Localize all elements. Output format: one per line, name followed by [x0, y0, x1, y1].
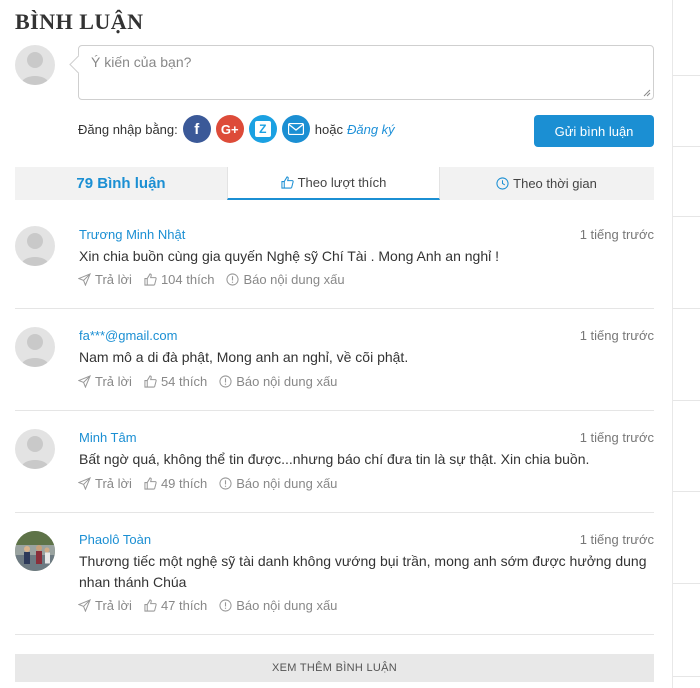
sidebar-divider [673, 75, 700, 76]
report-label: Báo nội dung xấu [236, 598, 338, 613]
send-icon [78, 273, 91, 286]
sidebar-divider [673, 676, 700, 677]
tab-by-time[interactable]: Theo thời gian [440, 167, 653, 200]
reply-button[interactable]: Trả lời [78, 272, 132, 287]
like-count: 47 thích [160, 598, 208, 613]
tab-by-likes-label: Theo lượt thích [297, 175, 387, 190]
register-link[interactable]: Đăng ký [347, 122, 395, 137]
comment-time: 1 tiếng trước [579, 328, 654, 343]
report-button[interactable]: Báo nội dung xấu [219, 374, 337, 389]
comment-time: 1 tiếng trước [579, 227, 654, 242]
tab-by-likes[interactable]: Theo lượt thích [227, 167, 440, 200]
comment-input[interactable] [79, 46, 653, 99]
email-icon [287, 123, 304, 135]
comment-time: 1 tiếng trước [579, 532, 654, 547]
info-icon [219, 599, 232, 612]
comment-actions: Trả lời 49 thích Báo nội dung xấu [78, 476, 349, 491]
sidebar-divider [673, 216, 700, 217]
reply-button[interactable]: Trả lời [78, 598, 132, 613]
info-icon [219, 375, 232, 388]
like-count: 104 thích [160, 272, 215, 287]
facebook-icon: f [194, 120, 200, 138]
like-button[interactable]: 54 thích [144, 374, 207, 389]
comment-text: Xin chia buồn cùng gia quyến Nghệ sỹ Chí… [79, 248, 500, 264]
reply-label: Trả lời [95, 598, 132, 613]
reply-label: Trả lời [95, 374, 132, 389]
avatar [15, 226, 55, 266]
thumbs-up-icon [281, 176, 294, 189]
load-more-comments-button[interactable]: XEM THÊM BÌNH LUẬN [15, 654, 654, 682]
avatar [15, 531, 55, 571]
comment-item: Trương Minh Nhật 1 tiếng trước Xin chia … [15, 208, 654, 309]
like-button[interactable]: 104 thích [144, 272, 215, 287]
social-login-row: Đăng nhập bằng: f G+ Z hoặc Đăng ký [78, 115, 395, 143]
sidebar-divider [673, 308, 700, 309]
comment-time: 1 tiếng trước [579, 430, 654, 445]
info-icon [226, 273, 240, 286]
comment-text: Bất ngờ quá, không thể tin được...nhưng … [79, 451, 590, 467]
comment-actions: Trả lời 54 thích Báo nội dung xấu [78, 374, 349, 389]
google-plus-icon: G+ [220, 121, 239, 137]
zalo-icon: Z [254, 121, 271, 137]
comment-item: Minh Tâm 1 tiếng trước Bất ngờ quá, khôn… [15, 411, 654, 513]
comment-author[interactable]: Phaolô Toàn [79, 532, 151, 547]
comment-author[interactable]: fa***@gmail.com [79, 328, 177, 343]
send-comment-button[interactable]: Gửi bình luận [534, 115, 654, 147]
reply-button[interactable]: Trả lời [78, 374, 132, 389]
comment-author[interactable]: Minh Tâm [79, 430, 137, 445]
google-plus-login-button[interactable]: G+ [215, 115, 244, 143]
facebook-login-button[interactable]: f [182, 115, 211, 143]
clock-icon [496, 177, 509, 190]
sidebar-divider [673, 146, 700, 147]
report-button[interactable]: Báo nội dung xấu [219, 598, 337, 613]
or-label: hoặc [314, 121, 343, 137]
report-button[interactable]: Báo nội dung xấu [219, 476, 337, 491]
avatar [15, 327, 55, 367]
thumbs-up-icon [144, 477, 157, 490]
avatar [15, 429, 55, 469]
send-icon [78, 599, 91, 612]
comment-actions: Trả lời 47 thích Báo nội dung xấu [78, 598, 349, 613]
report-label: Báo nội dung xấu [236, 374, 338, 389]
info-icon [219, 477, 232, 490]
sidebar-edge [672, 0, 700, 688]
reply-label: Trả lời [95, 476, 132, 491]
comment-text: Nam mô a di đà phật, Mong anh an nghỉ, v… [79, 349, 409, 365]
report-label: Báo nội dung xấu [243, 272, 345, 287]
reply-button[interactable]: Trả lời [78, 476, 132, 491]
sidebar-divider [673, 491, 700, 492]
like-button[interactable]: 47 thích [144, 598, 207, 613]
thumbs-up-icon [144, 273, 157, 286]
comment-author[interactable]: Trương Minh Nhật [79, 227, 185, 242]
tab-by-time-label: Theo thời gian [513, 176, 597, 191]
current-user-avatar [15, 45, 55, 85]
comment-count: 79 Bình luận [76, 175, 166, 192]
login-label: Đăng nhập bằng: [78, 121, 178, 137]
sidebar-divider [673, 583, 700, 584]
section-title: BÌNH LUẬN [15, 9, 144, 34]
send-icon [78, 477, 91, 490]
comment-item: fa***@gmail.com 1 tiếng trước Nam mô a d… [15, 309, 654, 411]
comment-actions: Trả lời 104 thích Báo nội dung xấu [78, 272, 357, 287]
resize-grip-icon[interactable] [643, 89, 651, 97]
comment-item: Phaolô Toàn 1 tiếng trước Thương tiếc mộ… [15, 513, 654, 635]
email-login-button[interactable] [281, 115, 310, 143]
thumbs-up-icon [144, 375, 157, 388]
zalo-login-button[interactable]: Z [248, 115, 277, 143]
comment-text: Thương tiếc một nghệ sỹ tài danh không v… [79, 553, 647, 590]
report-label: Báo nội dung xấu [236, 476, 338, 491]
report-button[interactable]: Báo nội dung xấu [226, 272, 345, 287]
thumbs-up-icon [144, 599, 157, 612]
comment-input-wrapper [78, 45, 654, 100]
comment-sort-tabs: 79 Bình luận Theo lượt thích Theo thời g… [15, 167, 654, 200]
like-count: 54 thích [160, 374, 208, 389]
sidebar-divider [673, 400, 700, 401]
like-button[interactable]: 49 thích [144, 476, 207, 491]
send-icon [78, 375, 91, 388]
like-count: 49 thích [160, 476, 208, 491]
reply-label: Trả lời [95, 272, 132, 287]
